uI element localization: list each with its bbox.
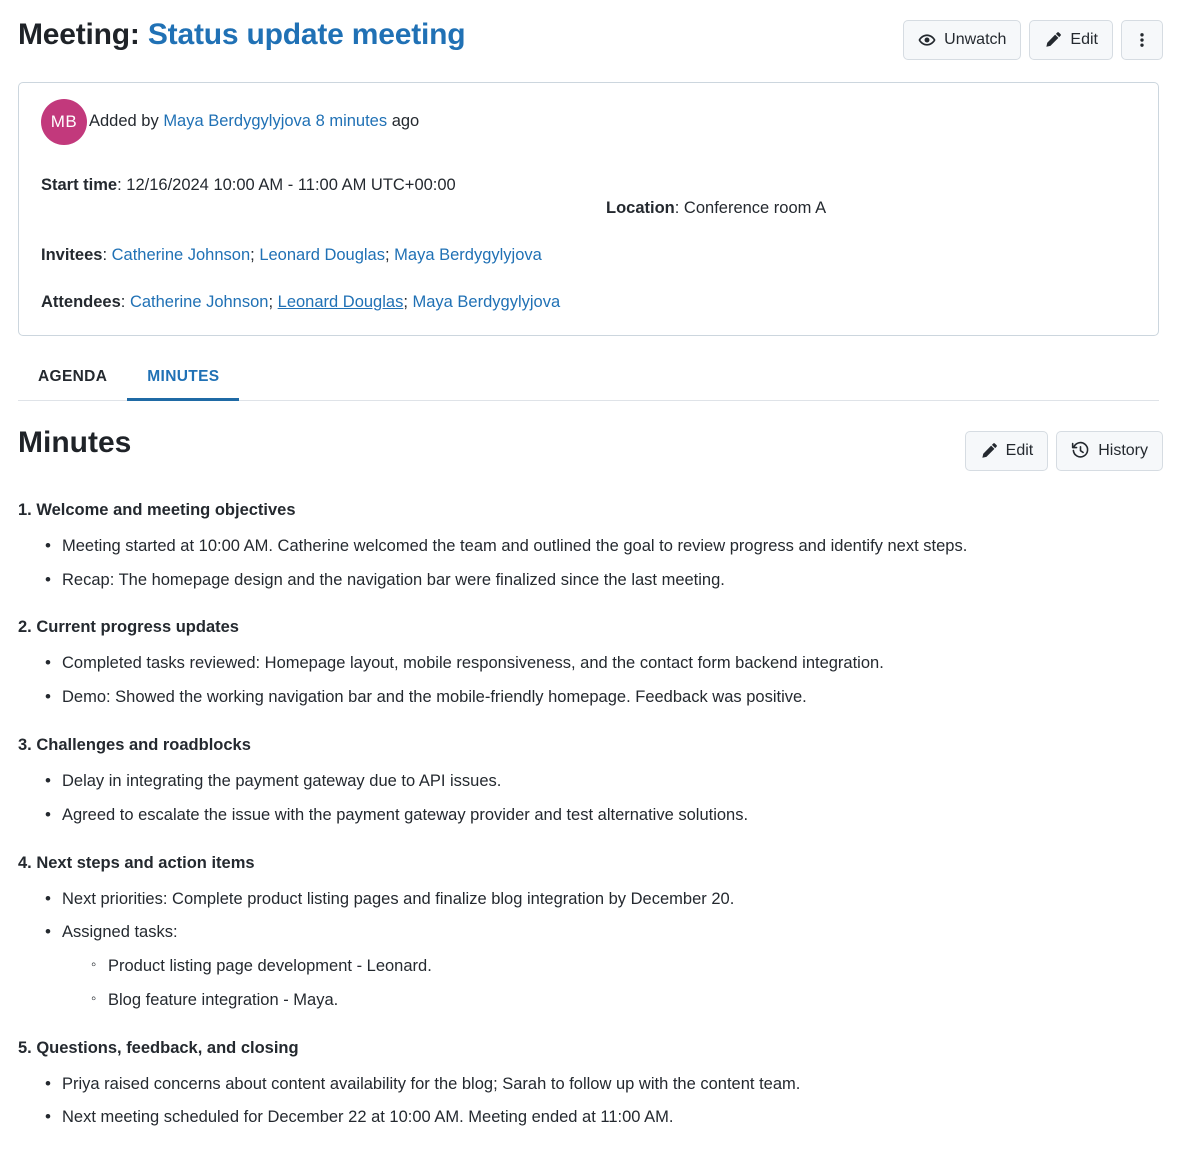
page-header: Meeting: Status update meeting Unwatch E… <box>0 0 1177 60</box>
added-by-prefix: Added by <box>89 112 164 131</box>
person-separator: ; <box>250 245 260 264</box>
history-button[interactable]: History <box>1056 430 1163 471</box>
minutes-bullet: Next priorities: Complete product listin… <box>45 886 1159 912</box>
page-title-prefix: Meeting: <box>18 18 140 51</box>
minutes-bullet: Assigned tasks:Product listing page deve… <box>45 919 1159 1013</box>
location-colon: : <box>674 199 684 217</box>
eye-icon <box>918 31 936 49</box>
minutes-actions: Edit History <box>964 425 1163 471</box>
minutes-bullet: Meeting started at 10:00 AM. Catherine w… <box>45 533 1159 559</box>
edit-meeting-button-label: Edit <box>1070 31 1098 48</box>
minutes-bullet: Recap: The homepage design and the navig… <box>45 567 1159 593</box>
meeting-info-card: MB Added by Maya Berdygylyjova 8 minutes… <box>18 82 1159 336</box>
added-by-suffix: ago <box>387 112 420 131</box>
minutes-section: 3. Challenges and roadblocks Delay in int… <box>18 734 1159 828</box>
start-time-label: Start time <box>41 176 118 194</box>
attendees-line: Attendees: Catherine Johnson; Leonard Do… <box>41 291 1136 315</box>
invitees-label: Invitees <box>41 245 103 264</box>
person-link[interactable]: Leonard Douglas <box>278 293 404 311</box>
person-separator: ; <box>403 292 413 311</box>
edit-minutes-button[interactable]: Edit <box>964 430 1049 471</box>
person-separator: ; <box>268 292 278 311</box>
minutes-section-title: 2. Current progress updates <box>18 618 239 637</box>
minutes-bullet: Priya raised concerns about content avai… <box>45 1071 1159 1097</box>
person-link[interactable]: Maya Berdygylyjova <box>413 293 561 311</box>
meeting-minutes-page: Meeting: Status update meeting Unwatch E… <box>0 0 1177 1169</box>
minutes-bullet-list: Delay in integrating the payment gateway… <box>18 768 1159 828</box>
edit-minutes-button-label: Edit <box>1005 441 1034 459</box>
minutes-section: 1. Welcome and meeting objectives Meeting… <box>18 499 1159 593</box>
person-separator: ; <box>385 245 395 264</box>
minutes-sub-bullet: Blog feature integration - Maya. <box>91 988 1159 1013</box>
history-clock-icon <box>1071 441 1090 460</box>
location-label: Location <box>606 199 675 217</box>
minutes-bullet-list: Completed tasks reviewed: Homepage layou… <box>18 650 1159 710</box>
added-by-author-link[interactable]: Maya Berdygylyjova <box>163 112 311 130</box>
minutes-bullet-list: Priya raised concerns about content avai… <box>18 1071 1159 1131</box>
minutes-section-title: 1. Welcome and meeting objectives <box>18 500 296 519</box>
minutes-section: 5. Questions, feedback, and closing Priya… <box>18 1037 1159 1131</box>
minutes-content: 1. Welcome and meeting objectives Meeting… <box>18 499 1159 1130</box>
attendees-colon: : <box>120 292 130 311</box>
header-actions: Unwatch Edit <box>903 16 1163 60</box>
added-by-text: Added by Maya Berdygylyjova 8 minutes ag… <box>89 110 419 133</box>
added-by-row: MB Added by Maya Berdygylyjova 8 minutes… <box>41 99 1136 145</box>
person-link[interactable]: Leonard Douglas <box>259 246 385 264</box>
minutes-bullet: Demo: Showed the working navigation bar … <box>45 684 1159 710</box>
unwatch-button[interactable]: Unwatch <box>903 20 1022 60</box>
start-time-colon: : <box>117 176 127 194</box>
person-link[interactable]: Maya Berdygylyjova <box>394 246 542 264</box>
kebab-menu-icon <box>1133 31 1151 49</box>
minutes-bullet: Agreed to escalate the issue with the pa… <box>45 802 1159 828</box>
minutes-bullet-list: Next priorities: Complete product listin… <box>18 886 1159 1013</box>
minutes-section-title: 5. Questions, feedback, and closing <box>18 1038 299 1057</box>
minutes-bullet-list: Meeting started at 10:00 AM. Catherine w… <box>18 533 1159 593</box>
page-title: Meeting: Status update meeting <box>18 16 466 54</box>
meeting-subject-link[interactable]: Status update meeting <box>148 18 466 51</box>
minutes-section: 4. Next steps and action items Next prior… <box>18 852 1159 1013</box>
avatar[interactable]: MB <box>41 99 87 145</box>
minutes-bullet: Delay in integrating the payment gateway… <box>45 768 1159 794</box>
meeting-tabs: AGENDA MINUTES <box>18 358 1159 401</box>
history-button-label: History <box>1098 441 1148 459</box>
minutes-section-title: 4. Next steps and action items <box>18 853 255 872</box>
minutes-section: 2. Current progress updates Completed tas… <box>18 616 1159 710</box>
tab-minutes[interactable]: MINUTES <box>127 358 240 401</box>
location-value: Conference room A <box>683 199 827 217</box>
unwatch-button-label: Unwatch <box>944 31 1007 48</box>
added-by-time-link[interactable]: 8 minutes <box>316 112 388 130</box>
minutes-section-title: 3. Challenges and roadblocks <box>18 735 251 754</box>
pencil-icon <box>1044 31 1062 49</box>
pencil-icon <box>980 442 998 460</box>
tab-agenda[interactable]: AGENDA <box>18 358 127 401</box>
meeting-meta-grid: Start time: 12/16/2024 10:00 AM - 11:00 … <box>41 174 1136 315</box>
person-link[interactable]: Catherine Johnson <box>112 246 251 264</box>
edit-meeting-button[interactable]: Edit <box>1029 20 1113 60</box>
more-actions-button[interactable] <box>1121 20 1163 60</box>
minutes-bullet: Completed tasks reviewed: Homepage layou… <box>45 650 1159 676</box>
minutes-sub-bullet: Product listing page development - Leona… <box>91 954 1159 979</box>
person-link[interactable]: Catherine Johnson <box>130 293 269 311</box>
location-line: Location: Conference room A <box>606 197 1136 221</box>
attendees-label: Attendees <box>41 292 121 311</box>
invitees-colon: : <box>102 245 112 264</box>
minutes-heading: Minutes <box>18 425 132 459</box>
minutes-header: Minutes Edit History <box>18 425 1163 471</box>
start-time-line: Start time: 12/16/2024 10:00 AM - 11:00 … <box>41 174 606 221</box>
minutes-bullet: Next meeting scheduled for December 22 a… <box>45 1104 1159 1130</box>
attendees-list: Catherine Johnson; Leonard Douglas; Maya… <box>130 293 560 311</box>
minutes-sub-bullet-list: Product listing page development - Leona… <box>62 954 1159 1013</box>
start-time-value: 12/16/2024 10:00 AM - 11:00 AM UTC+00:00 <box>126 176 456 194</box>
invitees-line: Invitees: Catherine Johnson; Leonard Dou… <box>41 244 1136 268</box>
invitees-list: Catherine Johnson; Leonard Douglas; Maya… <box>112 246 542 264</box>
